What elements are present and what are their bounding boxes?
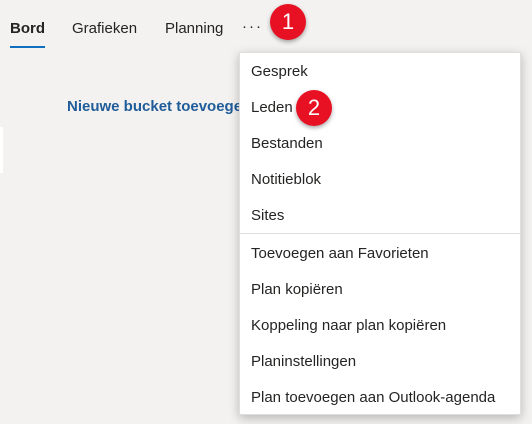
menu-item-sites[interactable]: Sites bbox=[251, 207, 284, 224]
menu-item-koppeling-kopieren[interactable]: Koppeling naar plan kopiëren bbox=[251, 317, 446, 334]
tab-bord[interactable]: Bord bbox=[10, 20, 45, 37]
tab-planning[interactable]: Planning bbox=[165, 20, 223, 37]
menu-item-gesprek[interactable]: Gesprek bbox=[251, 63, 308, 80]
menu-item-leden[interactable]: Leden bbox=[251, 99, 293, 116]
menu-item-planinstellingen[interactable]: Planinstellingen bbox=[251, 353, 356, 370]
add-bucket-link[interactable]: Nieuwe bucket toevoegen bbox=[67, 98, 251, 115]
step-marker-1: 1 bbox=[270, 4, 306, 40]
more-options-button[interactable]: ··· bbox=[242, 18, 263, 35]
tab-grafieken[interactable]: Grafieken bbox=[72, 20, 137, 37]
menu-item-outlook-agenda[interactable]: Plan toevoegen aan Outlook-agenda bbox=[251, 389, 495, 406]
menu-divider bbox=[240, 233, 520, 234]
menu-item-bestanden[interactable]: Bestanden bbox=[251, 135, 323, 152]
column-edge bbox=[0, 127, 3, 173]
active-tab-indicator bbox=[10, 46, 45, 48]
menu-item-notitieblok[interactable]: Notitieblok bbox=[251, 171, 321, 188]
tab-bar: Bord Grafieken Planning ··· bbox=[0, 0, 532, 60]
step-marker-2: 2 bbox=[296, 90, 332, 126]
menu-item-plan-kopieren[interactable]: Plan kopiëren bbox=[251, 281, 343, 298]
more-options-menu: Gesprek Leden Bestanden Notitieblok Site… bbox=[239, 52, 521, 415]
menu-item-favorieten[interactable]: Toevoegen aan Favorieten bbox=[251, 245, 429, 262]
